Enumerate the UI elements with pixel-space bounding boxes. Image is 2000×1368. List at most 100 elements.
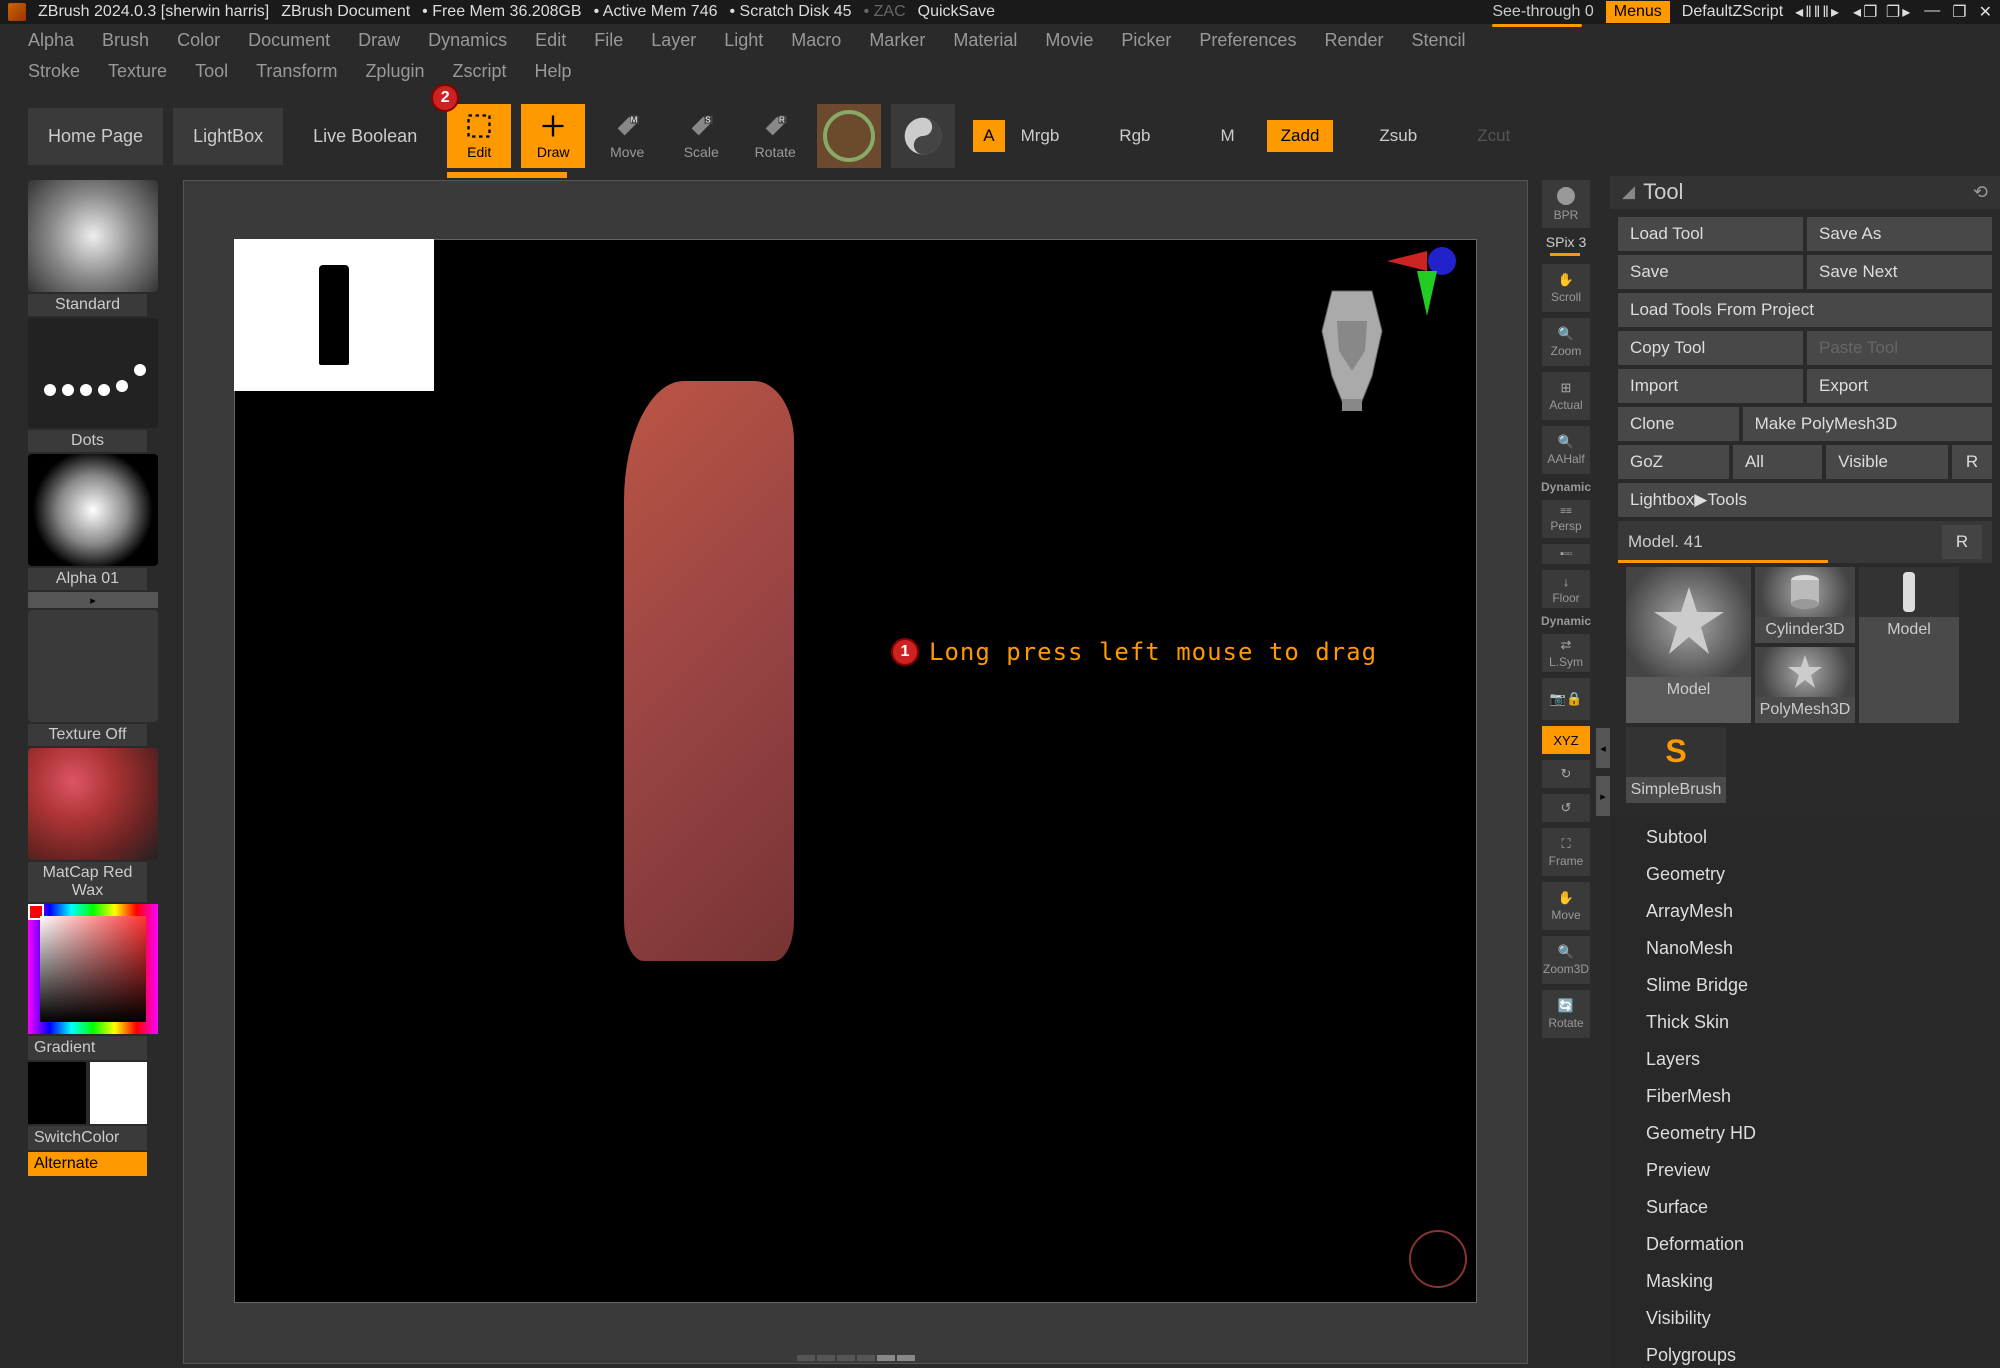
loadtool-button[interactable]: Load Tool	[1618, 217, 1803, 251]
close-icon[interactable]: ✕	[1979, 2, 1992, 22]
menu-stencil[interactable]: Stencil	[1412, 30, 1466, 51]
collapse-arrow-icon[interactable]: ▸	[28, 592, 158, 608]
pastetool-button[interactable]: Paste Tool	[1807, 331, 1992, 365]
loadproj-button[interactable]: Load Tools From Project	[1618, 293, 1992, 327]
menu-transform[interactable]: Transform	[256, 61, 337, 82]
pin-icon[interactable]: ◢	[1622, 182, 1635, 202]
draw-mode-button[interactable]: Draw	[521, 104, 585, 168]
actual-button[interactable]: ⊞Actual	[1542, 372, 1590, 420]
zoom-button[interactable]: 🔍Zoom	[1542, 318, 1590, 366]
menu-picker[interactable]: Picker	[1121, 30, 1171, 51]
section-polygroups[interactable]: Polygroups	[1622, 1337, 1988, 1368]
color-picker[interactable]	[28, 904, 158, 1034]
menu-file[interactable]: File	[594, 30, 623, 51]
menus-button[interactable]: Menus	[1606, 1, 1670, 23]
menu-help[interactable]: Help	[534, 61, 571, 82]
section-slimebridge[interactable]: Slime Bridge	[1622, 967, 1988, 1004]
scroll-button[interactable]: ✋Scroll	[1542, 264, 1590, 312]
a-mode[interactable]: A	[973, 120, 1004, 152]
section-visibility[interactable]: Visibility	[1622, 1300, 1988, 1337]
rgb-mode[interactable]: Rgb	[1105, 120, 1164, 152]
menu-movie[interactable]: Movie	[1045, 30, 1093, 51]
menu-preferences[interactable]: Preferences	[1199, 30, 1296, 51]
r-button-2[interactable]: R	[1942, 525, 1982, 559]
livebool-button[interactable]: Live Boolean	[293, 108, 437, 165]
rotate-mode-button[interactable]: R Rotate	[743, 104, 807, 168]
move3d-button[interactable]: ✋Move	[1542, 882, 1590, 930]
section-masking[interactable]: Masking	[1622, 1263, 1988, 1300]
section-nanomesh[interactable]: NanoMesh	[1622, 930, 1988, 967]
lightbox-button[interactable]: LightBox	[173, 108, 283, 165]
section-thickskin[interactable]: Thick Skin	[1622, 1004, 1988, 1041]
texture-preview[interactable]	[28, 610, 158, 722]
xyz-button[interactable]: XYZ	[1542, 726, 1590, 754]
model-slider[interactable]: Model. 41 R	[1618, 521, 1992, 563]
lightbox-tools-button[interactable]: Lightbox▶Tools	[1618, 483, 1992, 517]
menu-draw[interactable]: Draw	[358, 30, 400, 51]
section-arraymesh[interactable]: ArrayMesh	[1622, 893, 1988, 930]
spix-slider[interactable]: SPix 3	[1546, 234, 1586, 250]
dynamic-button[interactable]	[891, 104, 955, 168]
thumbnail[interactable]	[234, 239, 434, 391]
brush-preview[interactable]	[28, 180, 158, 292]
swatch-black[interactable]	[28, 1062, 86, 1124]
tool-thumb-model2[interactable]: Model	[1859, 567, 1959, 723]
material-preview[interactable]	[28, 748, 158, 860]
section-surface[interactable]: Surface	[1622, 1189, 1988, 1226]
homepage-button[interactable]: Home Page	[28, 108, 163, 165]
goz-button[interactable]: GoZ	[1618, 445, 1729, 479]
section-subtool[interactable]: Subtool	[1622, 819, 1988, 856]
quicksave-button[interactable]: QuickSave	[918, 3, 995, 21]
tool-thumb-polymesh[interactable]: PolyMesh3D	[1755, 647, 1855, 723]
nav-icons-2[interactable]: ◂❐ ❐▸	[1853, 2, 1912, 22]
edit-mode-button[interactable]: Edit	[447, 104, 511, 168]
default-zscript[interactable]: DefaultZScript	[1682, 3, 1783, 21]
menu-zplugin[interactable]: Zplugin	[365, 61, 424, 82]
makepoly-button[interactable]: Make PolyMesh3D	[1743, 407, 1992, 441]
saveas-button[interactable]: Save As	[1807, 217, 1992, 251]
section-preview[interactable]: Preview	[1622, 1152, 1988, 1189]
timeline-dots[interactable]	[797, 1355, 915, 1361]
rot-z-button[interactable]: ↺	[1542, 794, 1590, 822]
copytool-button[interactable]: Copy Tool	[1618, 331, 1803, 365]
savenext-button[interactable]: Save Next	[1807, 255, 1992, 289]
lsym-button[interactable]: ⇄L.Sym	[1542, 634, 1590, 672]
m-mode[interactable]: M	[1206, 120, 1248, 152]
lock-button[interactable]: 📷🔒	[1542, 678, 1590, 720]
menu-document[interactable]: Document	[248, 30, 330, 51]
switchcolor-button[interactable]: SwitchColor	[28, 1126, 147, 1150]
rotate3d-button[interactable]: 🔄Rotate	[1542, 990, 1590, 1038]
alternate-button[interactable]: Alternate	[28, 1152, 147, 1176]
expand-right-icon[interactable]: ▸	[1596, 776, 1610, 816]
maximize-icon[interactable]: ❐	[1952, 2, 1966, 22]
zcut-mode[interactable]: Zcut	[1463, 120, 1524, 152]
menu-stroke[interactable]: Stroke	[28, 61, 80, 82]
bpr-button[interactable]: BPR	[1542, 180, 1590, 228]
gradient-button[interactable]: Gradient	[28, 1036, 147, 1060]
menu-material[interactable]: Material	[953, 30, 1017, 51]
menu-alpha[interactable]: Alpha	[28, 30, 74, 51]
menu-dynamics[interactable]: Dynamics	[428, 30, 507, 51]
r-button[interactable]: R	[1952, 445, 1992, 479]
frame-button[interactable]: ⛶Frame	[1542, 828, 1590, 876]
canvas[interactable]: 1 Long press left mouse to drag	[183, 180, 1528, 1364]
menu-brush[interactable]: Brush	[102, 30, 149, 51]
section-deformation[interactable]: Deformation	[1622, 1226, 1988, 1263]
export-button[interactable]: Export	[1807, 369, 1992, 403]
menu-macro[interactable]: Macro	[791, 30, 841, 51]
scale-mode-button[interactable]: S Scale	[669, 104, 733, 168]
zadd-mode[interactable]: Zadd	[1267, 120, 1334, 152]
aahalf-button[interactable]: 🔍AAHalf	[1542, 426, 1590, 474]
section-fibermesh[interactable]: FiberMesh	[1622, 1078, 1988, 1115]
all-button[interactable]: All	[1733, 445, 1822, 479]
import-button[interactable]: Import	[1618, 369, 1803, 403]
grid-toggle[interactable]: ▪▫▫	[1542, 544, 1590, 564]
section-geometryhd[interactable]: Geometry HD	[1622, 1115, 1988, 1152]
menu-texture[interactable]: Texture	[108, 61, 167, 82]
see-through-slider[interactable]: See-through 0	[1492, 3, 1593, 21]
floor-button[interactable]: ↓Floor	[1542, 570, 1590, 608]
menu-marker[interactable]: Marker	[869, 30, 925, 51]
expand-left-icon[interactable]: ◂	[1596, 728, 1610, 768]
menu-layer[interactable]: Layer	[651, 30, 696, 51]
visible-button[interactable]: Visible	[1826, 445, 1948, 479]
